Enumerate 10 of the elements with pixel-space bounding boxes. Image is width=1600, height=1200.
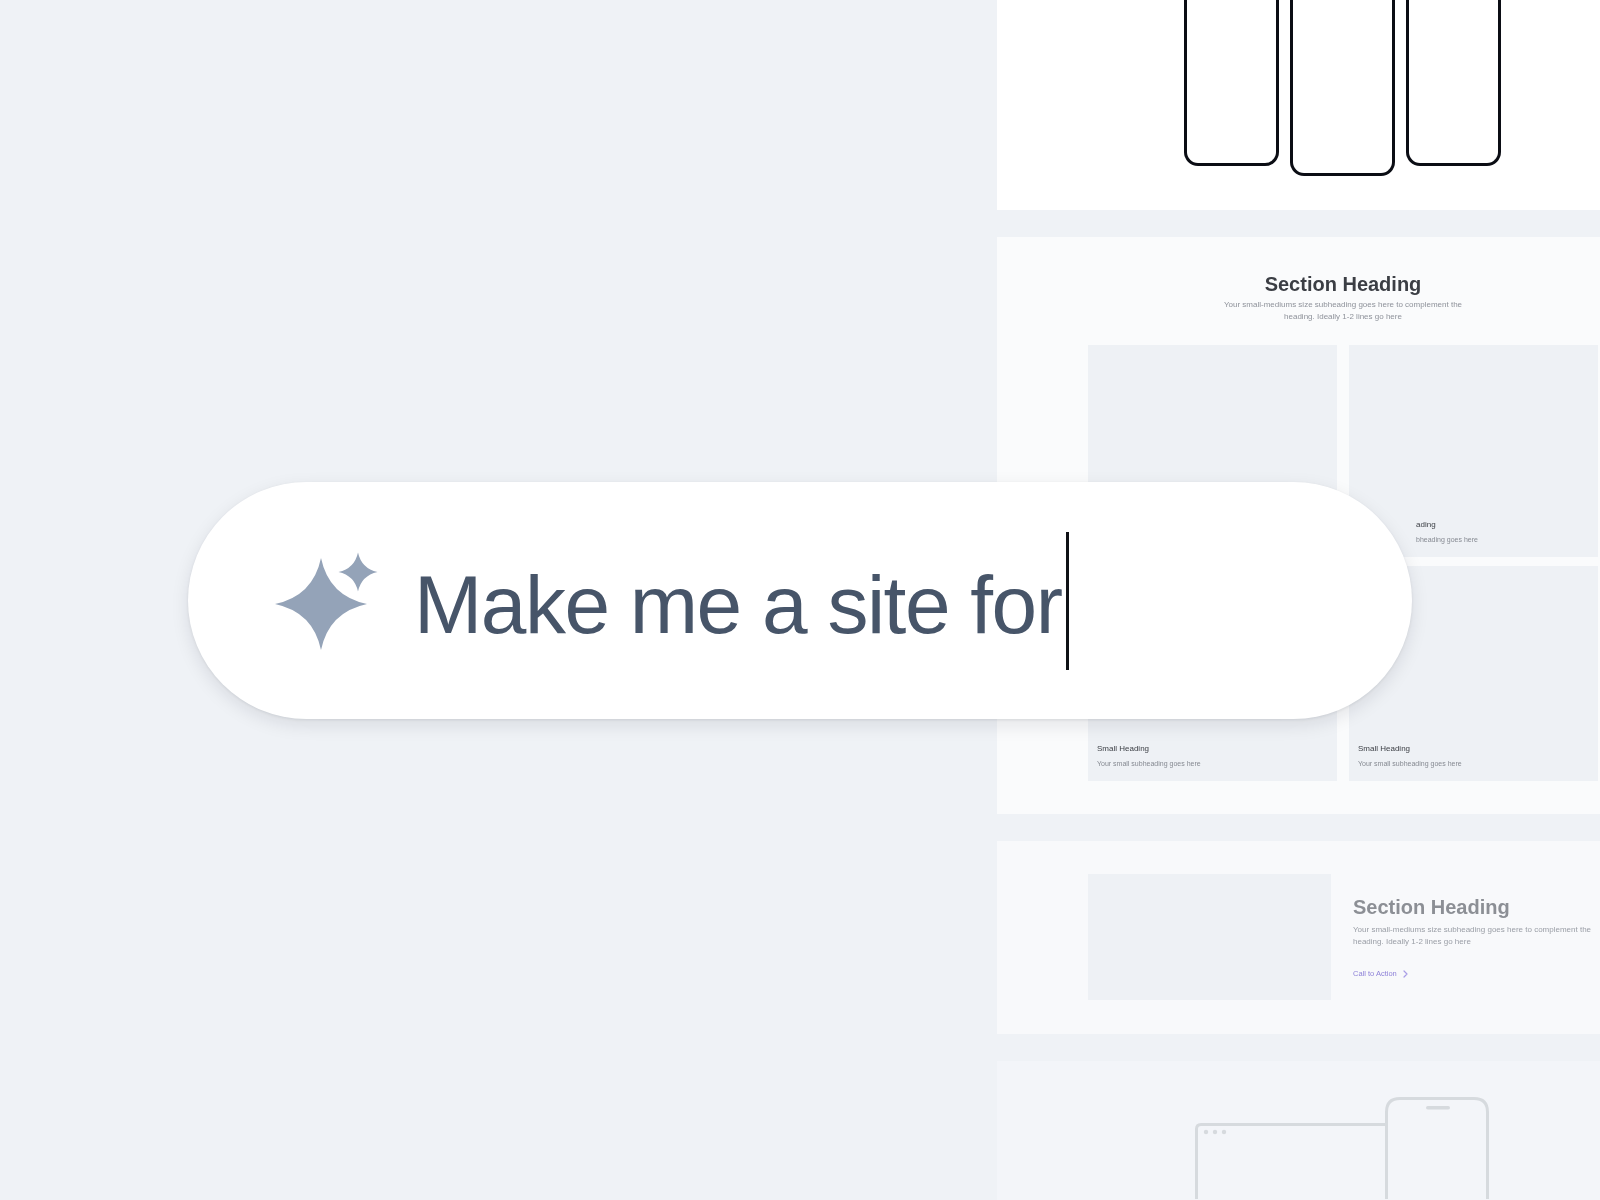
sparkle-icon xyxy=(274,551,378,650)
section-heading: Section Heading xyxy=(1353,895,1510,919)
card-heading: Small Heading xyxy=(1097,744,1150,754)
section-subheading: Your small-mediums size subheading goes here to complement the heading. Ideally 1-2 lines go here xyxy=(1353,924,1593,948)
chevron-right-icon xyxy=(1402,970,1408,978)
card-heading: Small Heading xyxy=(1358,744,1411,754)
section-subheading: Your small-mediums size subheading goes here to complement the heading. Ideally 1-2 lines go here xyxy=(1222,299,1464,323)
prompt-field[interactable]: Make me a site for xyxy=(188,482,1412,719)
card-heading: ading xyxy=(1416,520,1436,530)
section-heading: Section Heading xyxy=(1264,272,1422,296)
